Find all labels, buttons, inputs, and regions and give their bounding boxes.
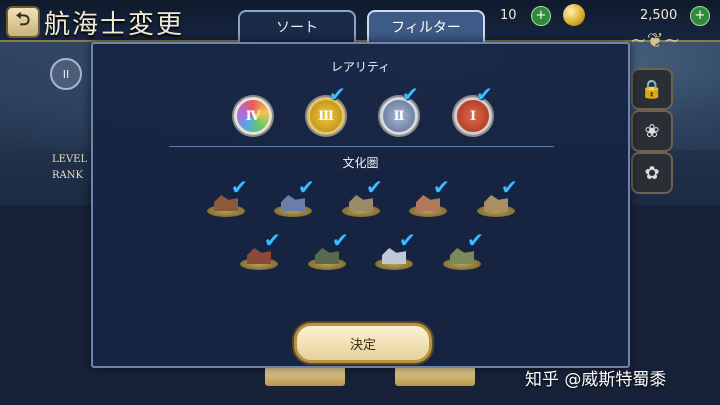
rose-icon: ❀: [644, 120, 660, 142]
culture-9-check-icon: ✔: [467, 228, 484, 252]
resource-count-1: 10: [500, 8, 517, 23]
rank-text: RANK: [52, 170, 83, 181]
culture-1-check-icon: ✔: [231, 175, 248, 199]
tab-filter[interactable]: フィルター: [367, 10, 485, 42]
rarity-3-check-icon: ✔: [329, 82, 346, 106]
rarity-1-check-icon: ✔: [476, 82, 493, 106]
plant-icon: ✿: [644, 162, 660, 184]
back-button[interactable]: ⮌: [6, 6, 40, 38]
culture-4-check-icon: ✔: [433, 175, 450, 199]
section-divider: [169, 146, 554, 147]
gold-plus-icon[interactable]: +: [690, 6, 710, 26]
watermark: 知乎 @威斯特蜀黍: [525, 370, 667, 390]
culture-2-check-icon: ✔: [298, 175, 315, 199]
gold-coin-icon: [563, 4, 585, 26]
culture-8-check-icon: ✔: [399, 228, 416, 252]
rarity-2-check-icon: ✔: [402, 82, 419, 106]
culture-5-check-icon: ✔: [501, 175, 518, 199]
back-arrow-icon: ⮌: [15, 9, 31, 30]
culture-7-check-icon: ✔: [332, 228, 349, 252]
filter-modal: レアリティ Ⅳ Ⅲ ✔ Ⅱ ✔ Ⅰ ✔ 文化圏 ✔ ✔ ✔ ✔ ✔ ✔ ✔ ✔ …: [91, 42, 630, 368]
page-title: 航海士変更: [44, 10, 185, 40]
rank-badge: II: [50, 58, 82, 90]
tab-sort[interactable]: ソート: [238, 10, 356, 42]
green-plus-icon[interactable]: +: [531, 6, 551, 26]
rarity-title: レアリティ: [330, 60, 391, 74]
culture-title: 文化圏: [342, 156, 379, 170]
plant-button[interactable]: ✿: [631, 152, 673, 194]
ornament-icon: ~❦~: [630, 28, 681, 52]
top-bar: ⮌ 航海士変更 ソート フィルター 10 + 2,500 +: [0, 0, 720, 42]
lock-button[interactable]: 🔒: [631, 68, 673, 110]
card-level-label: LEVEL RANK: [52, 152, 87, 184]
rarity-4-medal[interactable]: Ⅳ: [234, 97, 272, 135]
resource-count-2: 2,500: [640, 8, 678, 23]
confirm-button[interactable]: 決定: [294, 323, 432, 363]
level-text: LEVEL: [52, 154, 88, 165]
rose-button[interactable]: ❀: [631, 110, 673, 152]
bottom-tab-left: [265, 366, 345, 386]
culture-3-check-icon: ✔: [366, 175, 383, 199]
lock-icon: 🔒: [640, 78, 664, 100]
culture-6-check-icon: ✔: [264, 228, 281, 252]
bottom-tab-right: [395, 366, 475, 386]
